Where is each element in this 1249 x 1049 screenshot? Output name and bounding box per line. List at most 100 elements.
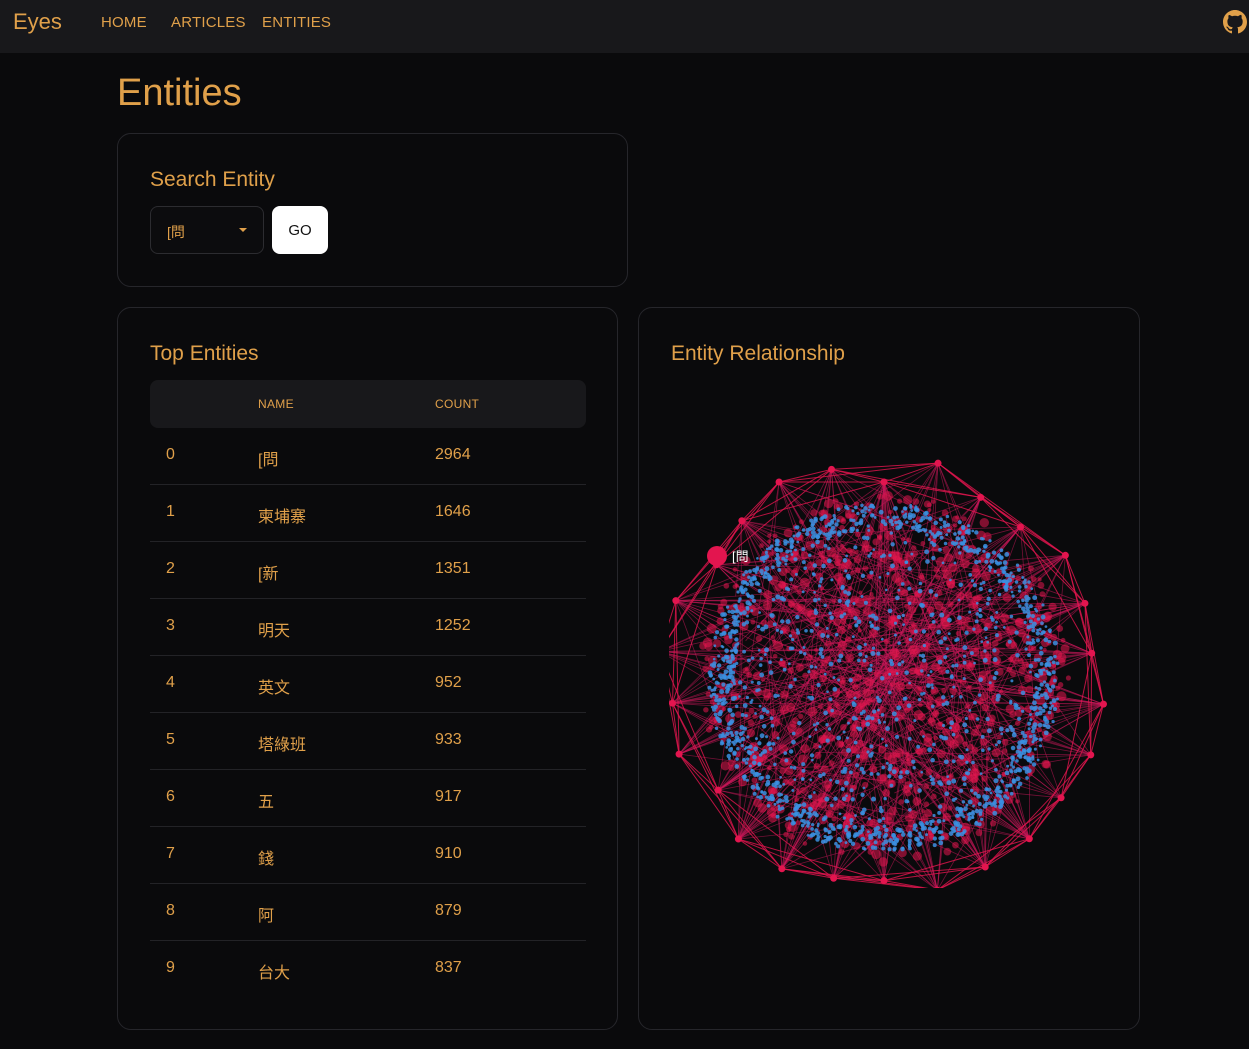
graph-node (738, 731, 744, 737)
graph-node (882, 824, 887, 829)
graph-node (742, 649, 747, 654)
graph-node (844, 827, 848, 832)
graph-node (760, 677, 766, 682)
graph-node (775, 478, 783, 486)
table-row[interactable]: 1 柬埔寨 1646 (150, 485, 586, 542)
graph-node (977, 493, 985, 501)
table-row[interactable]: 3 明天 1252 (150, 599, 586, 656)
graph-node (1036, 695, 1041, 700)
graph-node (881, 765, 886, 770)
graph-node (876, 493, 884, 500)
entity-select[interactable]: [問 (150, 206, 264, 254)
graph-node (887, 608, 893, 614)
table-row[interactable]: 6 五 917 (150, 770, 586, 827)
graph-node (750, 656, 755, 660)
table-row[interactable]: 0 [問 2964 (150, 428, 586, 485)
graph-node (713, 704, 718, 710)
graph-node (984, 636, 988, 640)
graph-node (1009, 614, 1014, 619)
graph-node (751, 760, 757, 765)
table-row[interactable]: 8 阿 879 (150, 884, 586, 941)
graph-node (825, 723, 829, 727)
table-row[interactable]: 5 塔綠班 933 (150, 713, 586, 770)
graph-node (937, 659, 943, 665)
graph-node (809, 778, 813, 782)
graph-node (813, 518, 818, 523)
header-name[interactable]: NAME (258, 397, 294, 411)
graph-node (835, 704, 841, 709)
graph-node (890, 563, 895, 569)
graph-node (983, 626, 989, 631)
graph-node (1035, 609, 1039, 613)
table-row[interactable]: 2 [新 1351 (150, 542, 586, 599)
graph-node (814, 813, 819, 818)
graph-node (769, 613, 775, 619)
graph-node (779, 630, 784, 634)
nav-articles[interactable]: ARTICLES (171, 14, 246, 31)
graph-node (806, 811, 809, 815)
graph-node (724, 655, 730, 660)
graph-node (823, 543, 828, 548)
graph-node (714, 726, 719, 730)
nav-home[interactable]: HOME (101, 14, 147, 31)
graph-node (897, 525, 902, 530)
graph-node (820, 632, 826, 638)
header-count[interactable]: COUNT (435, 397, 479, 411)
graph-node (996, 553, 1002, 558)
graph-node (795, 663, 804, 672)
graph-node (930, 781, 936, 786)
graph-node (817, 597, 821, 601)
graph-node (1007, 573, 1012, 578)
graph-node (809, 695, 815, 701)
highlight-node (707, 546, 727, 566)
graph-node (1018, 604, 1022, 608)
graph-node (1040, 632, 1044, 636)
graph-node (864, 654, 868, 659)
graph-node (758, 795, 763, 800)
graph-node (844, 636, 852, 643)
graph-node (933, 520, 939, 526)
graph-node (906, 537, 912, 543)
graph-node (965, 552, 973, 560)
table-row[interactable]: 9 台大 837 (150, 941, 586, 998)
graph-node (873, 670, 881, 677)
graph-node (868, 753, 874, 758)
graph-node (898, 799, 904, 805)
graph-node (884, 744, 888, 747)
graph-node (777, 792, 782, 797)
graph-node (1014, 720, 1021, 726)
table-row[interactable]: 7 錢 910 (150, 827, 586, 884)
graph-node (717, 718, 722, 724)
graph-node (759, 543, 764, 549)
graph-node (734, 604, 738, 608)
graph-node (1032, 700, 1037, 706)
table-row[interactable]: 4 英文 952 (150, 656, 586, 713)
graph-node (1001, 569, 1006, 574)
graph-node (981, 863, 989, 871)
graph-node (818, 584, 822, 588)
graph-node (971, 815, 974, 819)
graph-node (1024, 766, 1030, 771)
graph-node (1015, 652, 1020, 658)
graph-node (987, 686, 993, 692)
graph-node (951, 759, 956, 764)
graph-node (937, 810, 942, 815)
graph-node (918, 654, 922, 657)
graph-node (764, 550, 768, 555)
graph-node (891, 769, 897, 775)
graph-node (883, 638, 890, 645)
github-icon[interactable] (1223, 10, 1247, 34)
graph-node (849, 818, 854, 823)
graph-node (862, 658, 867, 663)
go-button[interactable]: GO (272, 206, 328, 254)
graph-node (745, 592, 750, 596)
relationship-graph[interactable]: [問 (669, 428, 1109, 888)
graph-node (990, 617, 995, 622)
nav-entities[interactable]: ENTITIES (262, 14, 331, 31)
graph-node (1036, 727, 1042, 733)
graph-node (978, 677, 984, 683)
graph-node (903, 540, 908, 545)
graph-node (802, 672, 809, 679)
graph-node (885, 761, 889, 765)
brand-logo[interactable]: Eyes (13, 9, 62, 35)
